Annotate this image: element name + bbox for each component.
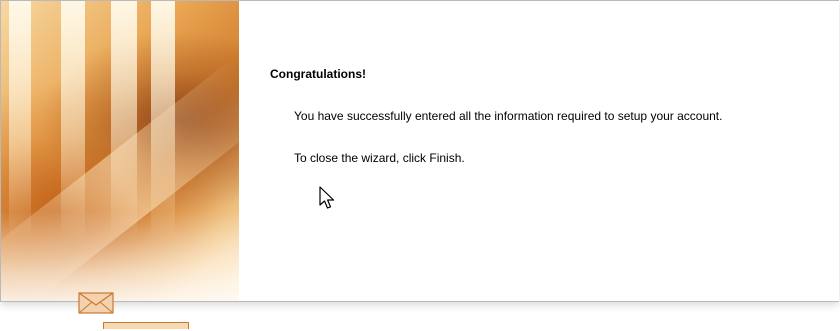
close-instruction: To close the wizard, click Finish. [294,151,465,165]
decorative-fade [1,211,239,301]
envelope-icon [78,292,114,314]
wizard-window: Congratulations! You have successfully e… [0,0,839,302]
wizard-content: Congratulations! You have successfully e… [239,1,839,301]
success-message: You have successfully entered all the in… [294,109,723,123]
wizard-side-graphic [1,1,239,301]
decorative-bar [103,322,189,329]
page-title: Congratulations! [270,67,366,81]
mouse-pointer-icon [319,186,335,209]
